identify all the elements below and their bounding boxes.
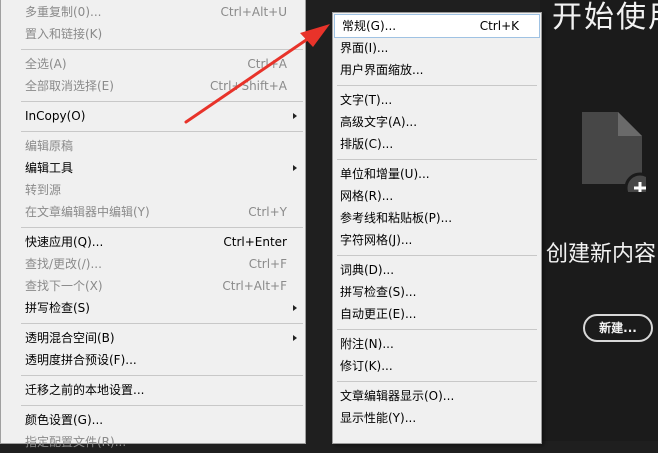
menu-item-step-and-repeat[interactable]: 多重复制(0)... Ctrl+Alt+U	[1, 1, 305, 23]
menu-item-dictionary[interactable]: 词典(D)...	[333, 259, 541, 281]
edit-menu: 多重复制(0)... Ctrl+Alt+U 置入和链接(K) 全选(A) Ctr…	[0, 0, 306, 449]
menu-item-edit-original[interactable]: 编辑原稿	[1, 135, 305, 157]
preferences-submenu: 常规(G)... Ctrl+K 界面(I)... 用户界面缩放... 文字(T)…	[332, 12, 542, 444]
menu-item-migrate-settings[interactable]: 迁移之前的本地设置...	[1, 379, 305, 401]
menu-item-select-all[interactable]: 全选(A) Ctrl+A	[1, 53, 305, 75]
menu-separator	[337, 159, 537, 160]
submenu-arrow-icon	[293, 335, 297, 341]
submenu-arrow-icon	[293, 165, 297, 171]
menu-item-composition[interactable]: 排版(C)...	[333, 133, 541, 155]
menu-item-incopy[interactable]: InCopy(O)	[1, 105, 305, 127]
menu-separator	[21, 405, 303, 406]
menu-item-spell-check[interactable]: 拼写检查(S)...	[333, 281, 541, 303]
new-button[interactable]: 新建...	[583, 314, 653, 342]
start-screen	[540, 0, 658, 441]
menu-separator	[21, 49, 303, 50]
menu-separator	[21, 101, 303, 102]
menu-item-autocorrect[interactable]: 自动更正(E)...	[333, 303, 541, 325]
menu-separator	[337, 329, 537, 330]
new-file-icon[interactable]	[582, 112, 656, 204]
menu-item-advanced-type[interactable]: 高级文字(A)...	[333, 111, 541, 133]
menu-item-edit-with[interactable]: 编辑工具	[1, 157, 305, 179]
menu-separator	[21, 227, 303, 228]
menu-item-track-changes[interactable]: 修订(K)...	[333, 355, 541, 377]
menu-item-quick-apply[interactable]: 快速应用(Q)... Ctrl+Enter	[1, 231, 305, 253]
menu-separator	[21, 323, 303, 324]
submenu-arrow-icon	[293, 113, 297, 119]
submenu-arrow-icon	[293, 305, 297, 311]
menu-item-transparency-blend-space[interactable]: 透明混合空间(B)	[1, 327, 305, 349]
menu-item-type[interactable]: 文字(T)...	[333, 89, 541, 111]
menu-item-grids[interactable]: 网格(R)...	[333, 185, 541, 207]
menu-separator	[21, 131, 303, 132]
menu-item-units-increments[interactable]: 单位和增量(U)...	[333, 163, 541, 185]
menu-separator	[337, 255, 537, 256]
create-new-content-label: 创建新内容	[546, 242, 657, 267]
menu-separator	[337, 381, 537, 382]
menu-item-display-performance[interactable]: 显示性能(Y)...	[333, 407, 541, 429]
menu-item-notes[interactable]: 附注(N)...	[333, 333, 541, 355]
menu-item-edit-in-story-editor[interactable]: 在文章编辑器中编辑(Y) Ctrl+Y	[1, 201, 305, 223]
start-title: 开始使用	[552, 0, 658, 35]
menu-item-color-settings[interactable]: 颜色设置(G)...	[1, 409, 305, 431]
menu-item-find-next[interactable]: 查找下一个(X) Ctrl+Alt+F	[1, 275, 305, 297]
menu-item-assign-profiles[interactable]: 指定配置文件(R)...	[1, 431, 305, 453]
menu-item-frame-grid[interactable]: 字符网格(J)...	[333, 229, 541, 251]
menu-item-interface[interactable]: 界面(I)...	[333, 37, 541, 59]
menu-item-transparency-flattener-presets[interactable]: 透明度拼合预设(F)...	[1, 349, 305, 371]
menu-separator	[337, 85, 537, 86]
menu-separator	[21, 375, 303, 376]
menu-item-find-change[interactable]: 查找/更改(/)... Ctrl+F	[1, 253, 305, 275]
menu-item-story-editor-display[interactable]: 文章编辑器显示(O)...	[333, 385, 541, 407]
menu-item-general[interactable]: 常规(G)... Ctrl+K	[334, 14, 540, 38]
menu-item-deselect-all[interactable]: 全部取消选择(E) Ctrl+Shift+A	[1, 75, 305, 97]
menu-item-place-and-link[interactable]: 置入和链接(K)	[1, 23, 305, 45]
menu-item-guides-pasteboard[interactable]: 参考线和粘贴板(P)...	[333, 207, 541, 229]
menu-item-go-to-source[interactable]: 转到源	[1, 179, 305, 201]
menu-item-ui-scaling[interactable]: 用户界面缩放...	[333, 59, 541, 81]
menu-item-spelling[interactable]: 拼写检查(S)	[1, 297, 305, 319]
